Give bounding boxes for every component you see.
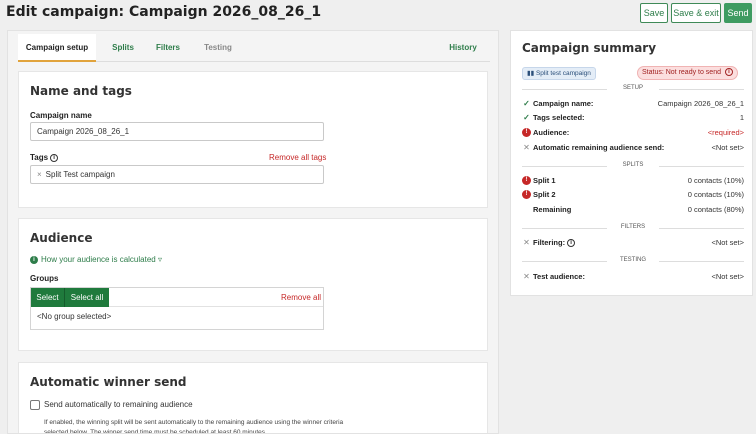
section-title-winner: Automatic winner send (30, 375, 187, 389)
filtering-label-text: Filtering: (533, 238, 566, 247)
section-label-splits: SPLITS (622, 162, 644, 168)
check-icon: ✓ (523, 99, 530, 108)
campaign-editor-panel: Campaign setup Splits Filters Testing Hi… (7, 30, 499, 434)
row-label: Filtering: i (533, 238, 576, 248)
row-value: <Not set> (711, 143, 744, 152)
remove-all-groups-link[interactable]: Remove all (281, 293, 321, 302)
tags-label: Tags i (30, 153, 59, 162)
row-label: Automatic remaining audience send: (533, 143, 665, 152)
status-badge: Status: Not ready to send i (637, 66, 738, 80)
tag-chip: × Split Test campaign (37, 166, 115, 183)
summary-row-audience: ! Audience: <required> (522, 127, 744, 139)
tab-filters[interactable]: Filters (148, 34, 188, 62)
name-and-tags-card: Name and tags Campaign name Campaign 202… (18, 71, 488, 208)
info-icon[interactable]: i (724, 68, 733, 77)
info-icon[interactable]: i (50, 153, 59, 162)
split-badge-label: Split test campaign (535, 70, 591, 77)
section-divider-setup: SETUP (522, 85, 744, 91)
row-label: Split 2 (533, 190, 556, 199)
info-icon[interactable]: i (567, 239, 576, 248)
summary-row-split-1: ! Split 1 0 contacts (10%) (522, 175, 744, 187)
split-test-badge: ▮▮ Split test campaign (522, 67, 596, 80)
top-bar: Edit campaign: Campaign 2026_08_26_1 Sav… (0, 0, 756, 28)
how-link-text: How your audience is calculated (41, 255, 156, 264)
section-title-audience: Audience (30, 231, 93, 245)
audience-card: Audience i How your audience is calculate… (18, 218, 488, 351)
campaign-name-input[interactable]: Campaign 2026_08_26_1 (30, 122, 324, 141)
summary-row-campaign-name: ✓ Campaign name: Campaign 2026_08_26_1 (522, 98, 744, 110)
row-label: Split 1 (533, 176, 556, 185)
row-value: Campaign 2026_08_26_1 (657, 99, 744, 108)
row-value: 0 contacts (80%) (687, 205, 744, 214)
send-button[interactable]: Send (724, 3, 752, 23)
row-label: Remaining (533, 205, 572, 214)
unset-icon: ✕ (523, 143, 530, 152)
summary-row-remaining: Remaining 0 contacts (80%) (522, 204, 744, 216)
auto-send-checkbox-label[interactable]: Send automatically to remaining audience (44, 400, 193, 409)
row-label: Campaign name: (533, 99, 594, 108)
section-title-name-tags: Name and tags (30, 84, 132, 98)
summary-row-split-2: ! Split 2 0 contacts (10%) (522, 189, 744, 201)
groups-empty-text: <No group selected> (37, 312, 112, 321)
row-value: <Not set> (711, 238, 744, 247)
row-value: 0 contacts (10%) (687, 176, 744, 185)
row-value: 0 contacts (10%) (687, 190, 744, 199)
section-label-filters: FILTERS (620, 224, 646, 230)
row-label: Tags selected: (533, 113, 585, 122)
tags-input[interactable]: × Split Test campaign (30, 165, 324, 184)
info-icon: i (30, 255, 38, 264)
remove-all-tags-link[interactable]: Remove all tags (269, 153, 326, 162)
summary-row-auto-remaining: ✕ Automatic remaining audience send: <No… (522, 142, 744, 154)
section-label-setup: SETUP (622, 85, 643, 91)
row-value: <required> (707, 128, 744, 137)
section-divider-filters: FILTERS (522, 224, 744, 230)
save-and-exit-button[interactable]: Save & exit (671, 3, 721, 23)
unset-icon: ✕ (523, 272, 530, 281)
error-icon: ! (522, 128, 531, 137)
save-button[interactable]: Save (640, 3, 668, 23)
campaign-summary-panel: Campaign summary ▮▮ Split test campaign … (510, 30, 753, 296)
chip-remove-icon[interactable]: × (37, 170, 42, 179)
tab-history[interactable]: History (438, 34, 488, 62)
row-label: Test audience: (533, 272, 585, 281)
campaign-name-label: Campaign name (30, 111, 92, 120)
error-icon: ! (522, 176, 531, 185)
winner-help-text: If enabled, the winning split will be se… (44, 419, 344, 434)
select-all-groups-button[interactable]: Select all (64, 288, 109, 307)
summary-row-tags: ✓ Tags selected: 1 (522, 112, 744, 124)
status-text: Status: Not ready to send (642, 69, 721, 76)
groups-toolbar: Select Select all Remove all (31, 288, 323, 307)
error-icon: ! (522, 190, 531, 199)
tab-splits[interactable]: Splits (103, 34, 143, 62)
split-icon: ▮▮ (527, 70, 535, 77)
tab-bar: Campaign setup Splits Filters Testing Hi… (18, 34, 490, 62)
summary-row-test-audience: ✕ Test audience: <Not set> (522, 271, 744, 283)
summary-row-filtering: ✕ Filtering: i <Not set> (522, 237, 744, 249)
section-divider-splits: SPLITS (522, 162, 744, 168)
section-divider-testing: TESTING (522, 257, 744, 263)
tab-testing[interactable]: Testing (198, 34, 238, 62)
summary-title: Campaign summary (522, 41, 657, 55)
tags-label-text: Tags (30, 153, 49, 162)
section-label-testing: TESTING (619, 257, 646, 263)
automatic-winner-card: Automatic winner send Send automatically… (18, 362, 488, 434)
tab-campaign-setup[interactable]: Campaign setup (18, 34, 96, 62)
row-label: Audience: (533, 128, 570, 137)
auto-send-checkbox[interactable] (30, 400, 40, 410)
groups-label: Groups (30, 274, 59, 283)
check-icon: ✓ (523, 113, 530, 122)
unset-icon: ✕ (523, 238, 530, 247)
select-group-button[interactable]: Select (31, 288, 64, 307)
how-audience-calculated-link[interactable]: i How your audience is calculated ▿ (30, 255, 162, 264)
row-value: <Not set> (711, 272, 744, 281)
row-value: 1 (739, 113, 744, 122)
chevron-down-icon: ▿ (157, 255, 162, 264)
page-title: Edit campaign: Campaign 2026_08_26_1 (6, 4, 322, 20)
tag-chip-label: Split Test campaign (45, 170, 115, 179)
groups-selector: Select Select all Remove all <No group s… (30, 287, 324, 330)
